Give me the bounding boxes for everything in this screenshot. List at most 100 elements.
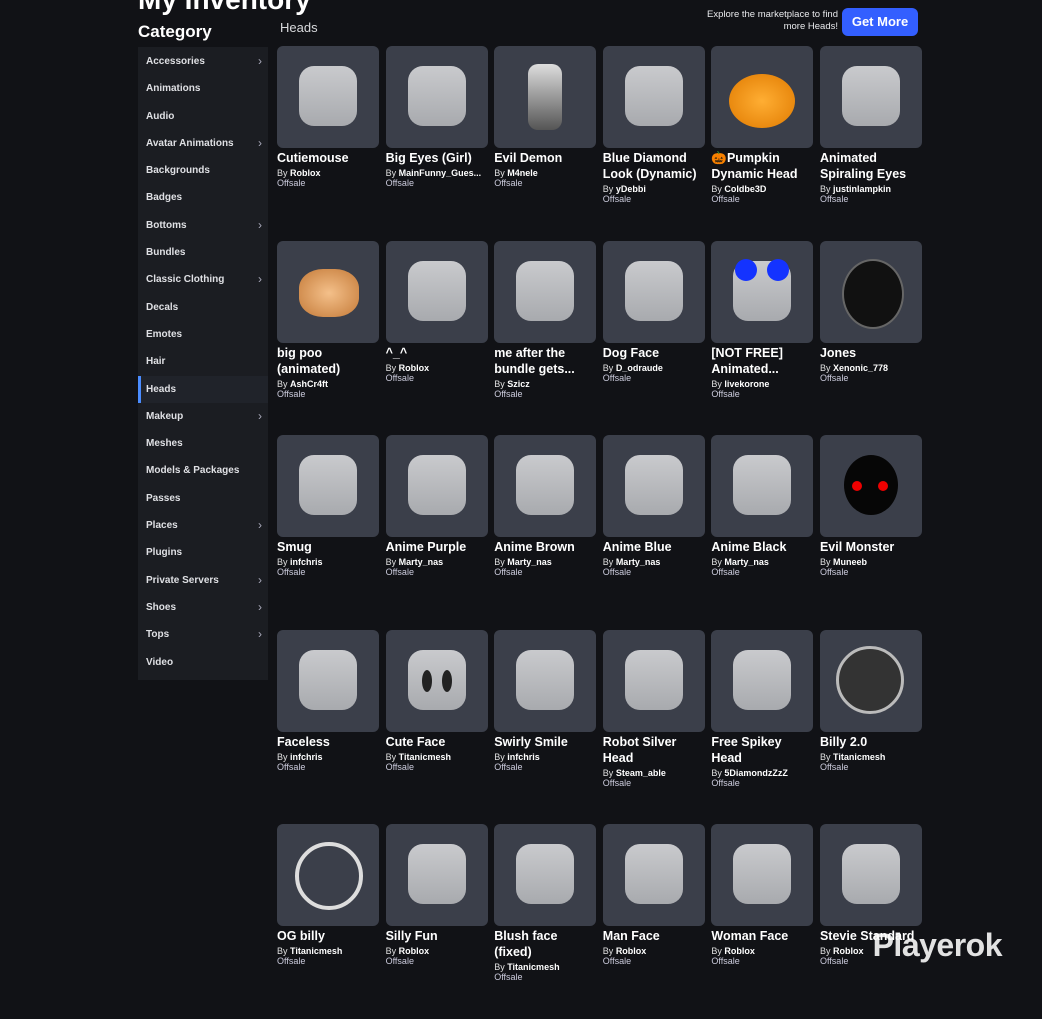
item-card[interactable]: Faceless By infchris Offsale [277,629,379,825]
sidebar-item-audio[interactable]: Audio [138,103,268,130]
sidebar-item-decals[interactable]: Decals [138,294,268,321]
item-thumbnail[interactable] [819,824,922,926]
item-thumbnail[interactable] [277,824,379,926]
creator-name[interactable]: infchris [290,752,323,762]
sidebar-item-accessories[interactable]: Accessories › [138,48,268,75]
item-name[interactable]: Big Eyes (Girl) [386,150,488,166]
item-card[interactable]: Dog Face By D_odraude Offsale [602,240,705,436]
item-thumbnail[interactable] [494,435,597,537]
item-name[interactable]: Swirly Smile [494,734,596,750]
sidebar-item-models-packages[interactable]: Models & Packages [138,457,268,484]
item-thumbnail[interactable] [494,824,597,926]
item-name[interactable]: Anime Purple [386,539,488,555]
item-card[interactable]: big poo (animated) By AshCr4ft Offsale [277,240,379,436]
creator-name[interactable]: Marty_nas [507,557,552,567]
sidebar-item-backgrounds[interactable]: Backgrounds [138,157,268,184]
item-thumbnail[interactable] [711,240,814,343]
item-card[interactable]: Smug By infchris Offsale [277,435,379,630]
item-thumbnail[interactable] [277,240,379,343]
item-card[interactable]: Robot Silver Head By Steam_able Offsale [602,629,705,825]
item-name[interactable]: 🎃Pumpkin Dynamic Head [711,150,813,182]
item-name[interactable]: Anime Brown [494,539,596,555]
item-card[interactable]: Jones By Xenonic_778 Offsale [819,240,922,436]
item-thumbnail[interactable] [385,46,488,148]
item-name[interactable]: Woman Face [711,928,813,944]
item-thumbnail[interactable] [277,46,379,148]
creator-name[interactable]: infchris [507,752,540,762]
item-card[interactable]: Evil Monster By Muneeb Offsale [819,435,922,630]
item-card[interactable]: ^_^ By Roblox Offsale [385,240,488,436]
creator-name[interactable]: Marty_nas [724,557,769,567]
item-name[interactable]: me after the bundle gets... [494,345,596,377]
creator-name[interactable]: Roblox [724,946,755,956]
creator-name[interactable]: Roblox [290,168,321,178]
creator-name[interactable]: yDebbi [616,184,646,194]
item-card[interactable]: Woman Face By Roblox Offsale [711,824,814,1019]
creator-name[interactable]: Titanicmesh [507,962,559,972]
sidebar-item-private-servers[interactable]: Private Servers › [138,567,268,594]
item-thumbnail[interactable] [385,240,488,343]
item-thumbnail[interactable] [602,629,705,732]
item-card[interactable]: Blue Diamond Look (Dynamic) By yDebbi Offs… [602,46,705,241]
item-card[interactable]: Billy 2.0 By Titanicmesh Offsale [819,629,922,825]
item-thumbnail[interactable] [277,629,379,732]
item-name[interactable]: Faceless [277,734,379,750]
creator-name[interactable]: justinlampkin [833,184,891,194]
item-thumbnail[interactable] [494,629,597,732]
creator-name[interactable]: 5DiamondzZzZ [724,768,788,778]
item-card[interactable]: Evil Demon By M4nele Offsale [494,46,597,241]
creator-name[interactable]: AshCr4ft [290,379,328,389]
item-thumbnail[interactable] [277,435,379,537]
creator-name[interactable]: Marty_nas [399,557,444,567]
item-card[interactable]: Anime Blue By Marty_nas Offsale [602,435,705,630]
item-name[interactable]: Robot Silver Head [603,734,705,766]
item-thumbnail[interactable] [711,46,814,148]
creator-name[interactable]: Xenonic_778 [833,363,888,373]
item-card[interactable]: me after the bundle gets... By Szicz Offsa… [494,240,597,436]
item-name[interactable]: Cutiemouse [277,150,379,166]
item-card[interactable]: OG billy By Titanicmesh Offsale [277,824,379,1019]
creator-name[interactable]: Roblox [833,946,864,956]
item-card[interactable]: Cutiemouse By Roblox Offsale [277,46,379,241]
item-name[interactable]: big poo (animated) [277,345,379,377]
sidebar-item-shoes[interactable]: Shoes › [138,594,268,621]
item-thumbnail[interactable] [711,824,814,926]
item-name[interactable]: Anime Blue [603,539,705,555]
item-card[interactable]: Animated Spiraling Eyes By justinlampkin O… [819,46,922,241]
item-thumbnail[interactable] [494,240,597,343]
item-card[interactable]: Stevie Standard By Roblox Offsale [819,824,922,1019]
item-thumbnail[interactable] [602,824,705,926]
creator-name[interactable]: Coldbe3D [724,184,766,194]
creator-name[interactable]: D_odraude [616,363,663,373]
item-name[interactable]: Dog Face [603,345,705,361]
sidebar-item-plugins[interactable]: Plugins [138,539,268,566]
item-card[interactable]: 🎃Pumpkin Dynamic Head By Coldbe3D Offsale [711,46,814,241]
item-thumbnail[interactable] [602,240,705,343]
sidebar-item-hair[interactable]: Hair [138,348,268,375]
sidebar-item-animations[interactable]: Animations [138,75,268,102]
item-card[interactable]: Silly Fun By Roblox Offsale [385,824,488,1019]
creator-name[interactable]: Marty_nas [616,557,661,567]
creator-name[interactable]: Titanicmesh [833,752,885,762]
sidebar-item-badges[interactable]: Badges [138,184,268,211]
item-thumbnail[interactable] [819,629,922,732]
sidebar-item-passes[interactable]: Passes [138,485,268,512]
item-thumbnail[interactable] [385,629,488,732]
item-name[interactable]: Smug [277,539,379,555]
item-name[interactable]: Blush face (fixed) [494,928,596,960]
creator-name[interactable]: Steam_able [616,768,666,778]
item-thumbnail[interactable] [711,435,814,537]
creator-name[interactable]: livekorone [724,379,769,389]
item-card[interactable]: Anime Purple By Marty_nas Offsale [385,435,488,630]
item-card[interactable]: Swirly Smile By infchris Offsale [494,629,597,825]
creator-name[interactable]: Szicz [507,379,530,389]
item-name[interactable]: Man Face [603,928,705,944]
sidebar-item-bundles[interactable]: Bundles [138,239,268,266]
item-card[interactable]: Free Spikey Head By 5DiamondzZzZ Offsale [711,629,814,825]
creator-name[interactable]: MainFunny_Gues... [399,168,482,178]
item-thumbnail[interactable] [711,629,814,732]
creator-name[interactable]: Titanicmesh [399,752,451,762]
creator-name[interactable]: Titanicmesh [290,946,342,956]
creator-name[interactable]: Roblox [399,946,430,956]
item-thumbnail[interactable] [494,46,597,148]
